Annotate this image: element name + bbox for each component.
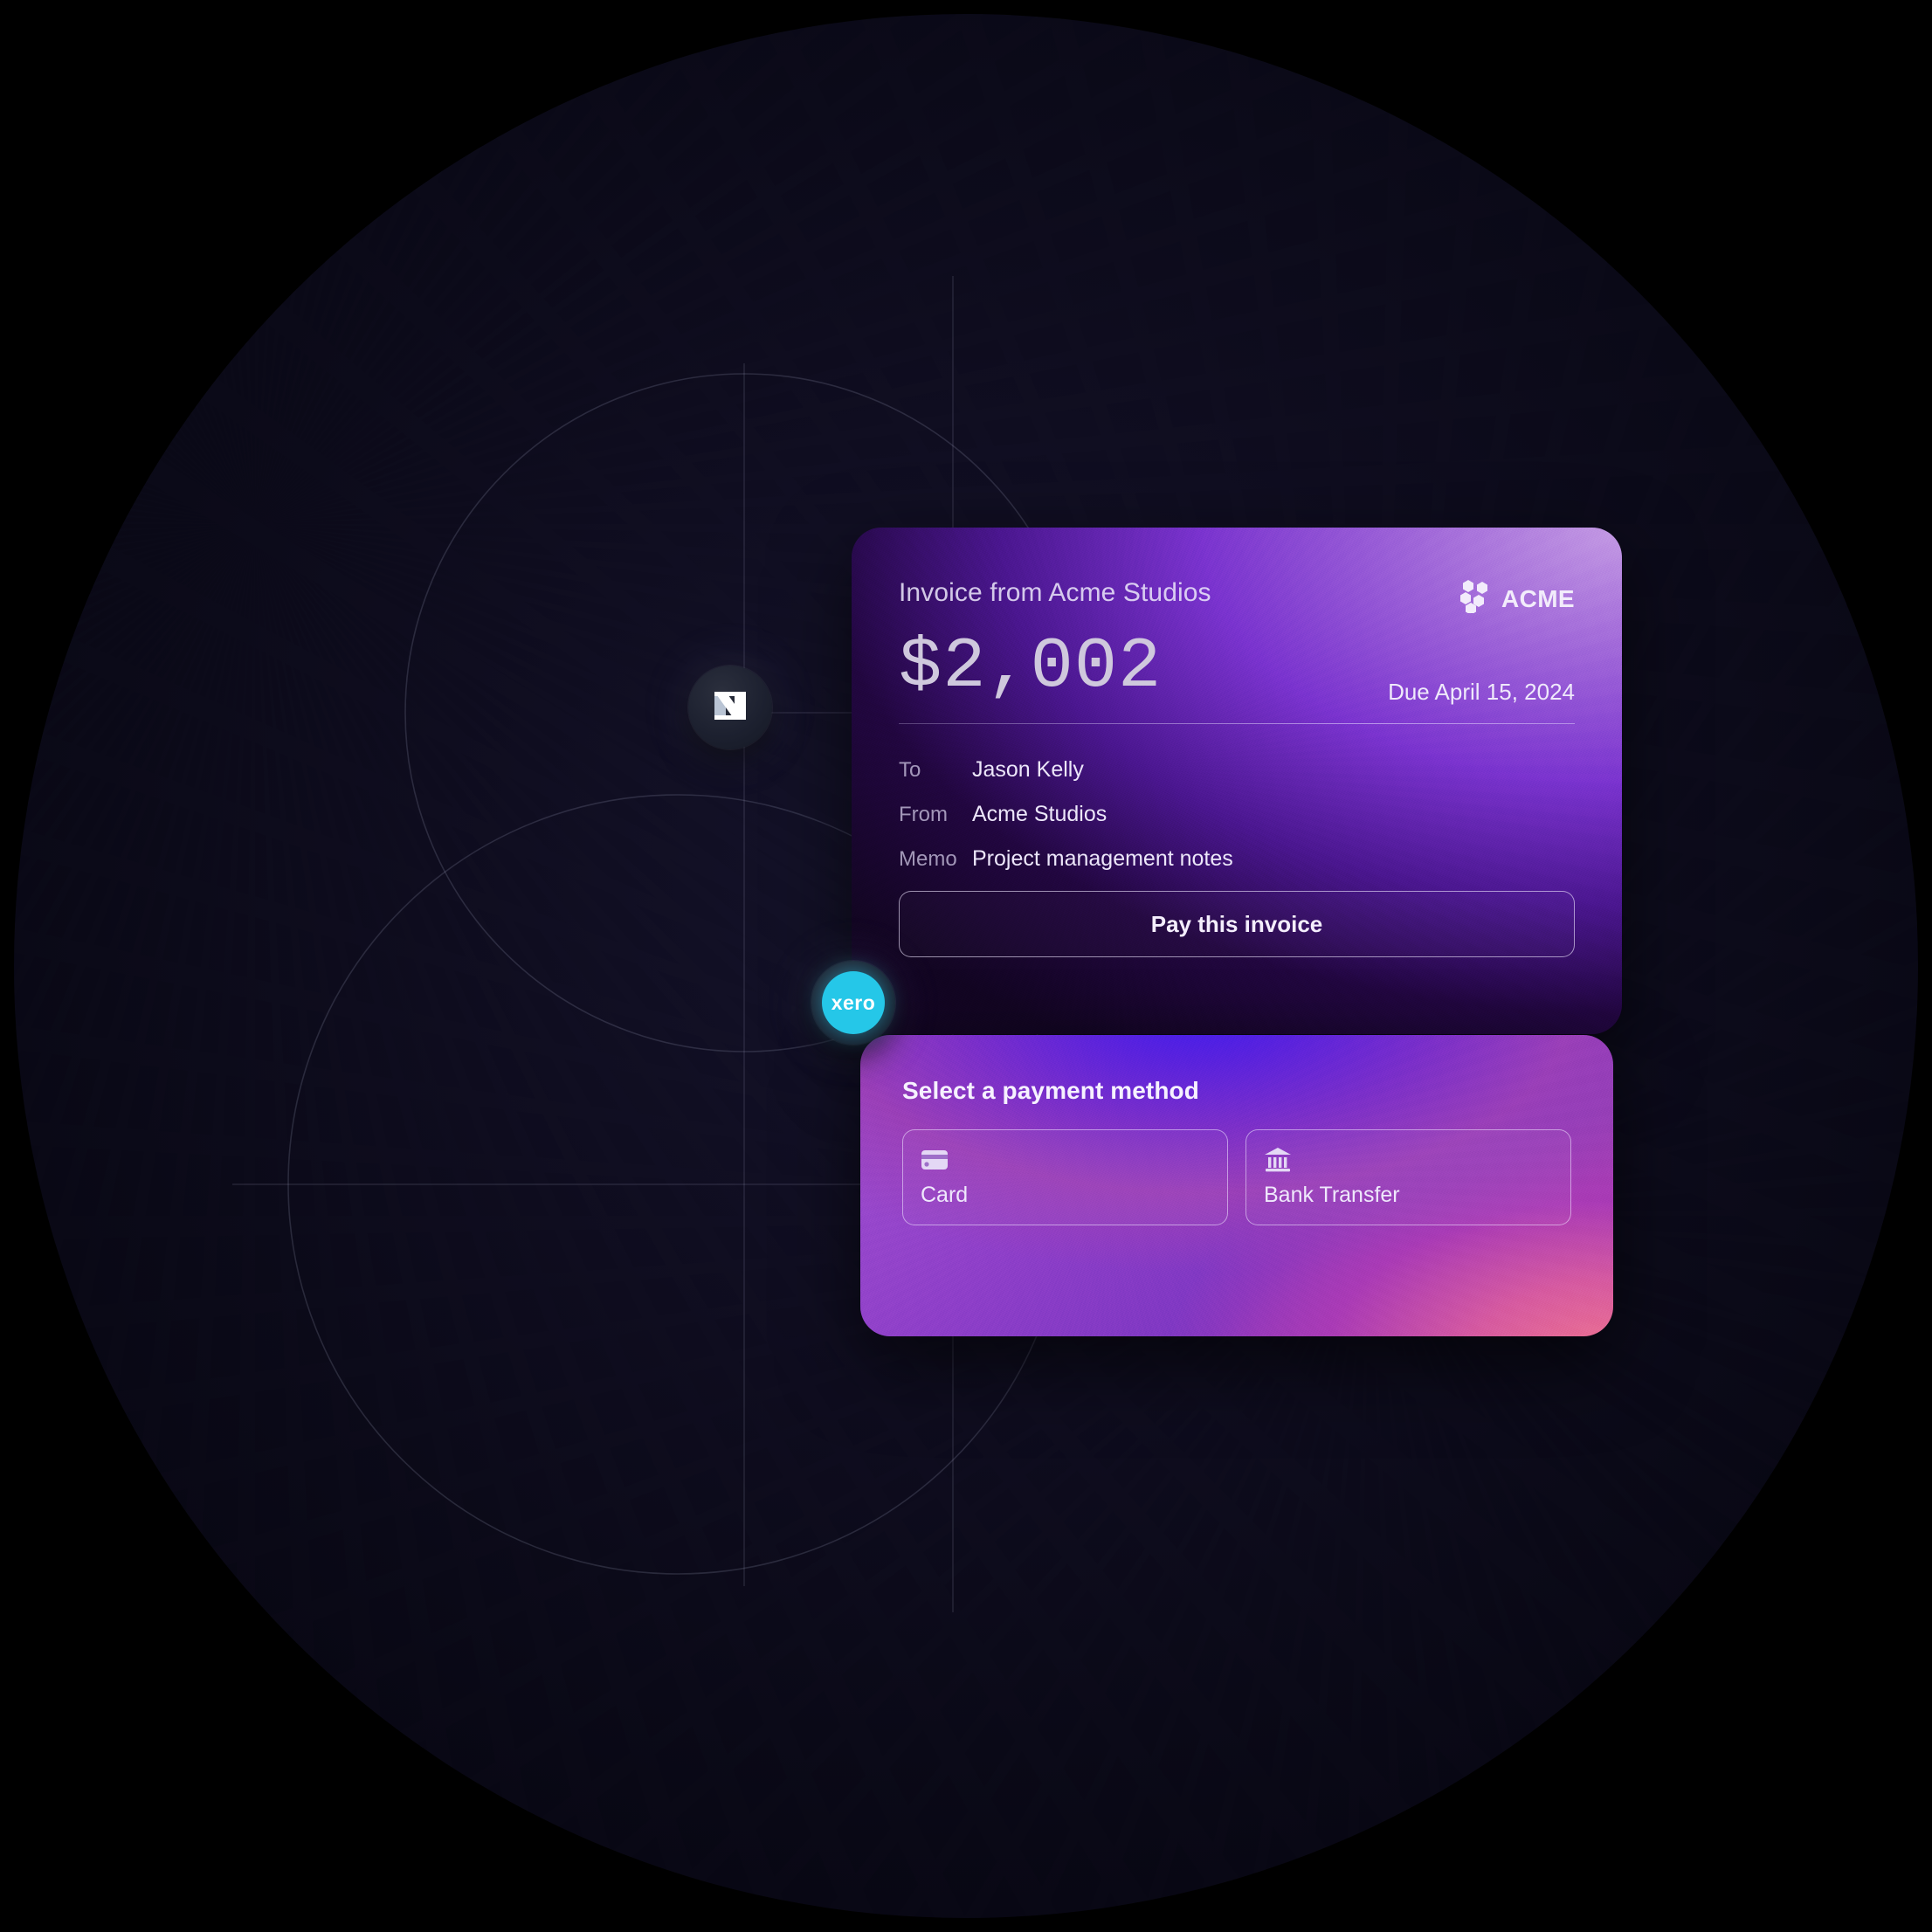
invoice-field-memo-label: Memo [899, 847, 957, 871]
payment-method-card: Select a payment method Card Bank Transf… [860, 1035, 1613, 1336]
invoice-field-to-label: To [899, 758, 921, 782]
payment-method-bank-option[interactable]: Bank Transfer [1245, 1129, 1571, 1225]
payment-method-heading: Select a payment method [902, 1077, 1199, 1104]
payment-method-card-option[interactable]: Card [902, 1129, 1228, 1225]
invoice-field-from-value: Acme Studios [972, 802, 1107, 826]
credit-card-icon [921, 1146, 1210, 1174]
invoice-title: Invoice from Acme Studios [899, 578, 1211, 607]
xero-wordmark: xero [831, 990, 876, 1014]
acme-brand-logo: ACME [1459, 580, 1575, 618]
invoice-card: Invoice from Acme Studios ACME $2,002 Du… [852, 528, 1622, 1034]
invoice-field-from: From Acme Studios [899, 802, 1575, 827]
payment-method-card-label: Card [921, 1183, 969, 1207]
integration-badge-netsuite[interactable] [688, 666, 772, 749]
payment-method-options: Card Bank Transfer [902, 1129, 1571, 1225]
invoice-field-memo: Memo Project management notes [899, 846, 1575, 872]
invoice-divider [899, 723, 1575, 724]
invoice-field-list: To Jason Kelly From Acme Studios Memo Pr… [899, 757, 1575, 872]
payment-method-bank-label: Bank Transfer [1264, 1183, 1400, 1207]
invoice-field-to: To Jason Kelly [899, 757, 1575, 783]
acme-wordmark: ACME [1501, 584, 1575, 612]
pay-this-invoice-button[interactable]: Pay this invoice [899, 891, 1575, 957]
invoice-due-date: Due April 15, 2024 [1388, 679, 1575, 705]
invoice-field-from-label: From [899, 803, 948, 826]
integration-badge-xero[interactable]: xero [811, 961, 895, 1045]
xero-logo-icon: xero [822, 971, 885, 1034]
acme-hexagon-cluster-icon [1459, 580, 1494, 618]
scene-root: xero Invoice from Acme Studios ACME $2,0… [0, 0, 1932, 1932]
invoice-field-memo-value: Project management notes [972, 846, 1233, 871]
bank-building-icon [1264, 1146, 1553, 1174]
invoice-field-to-value: Jason Kelly [972, 757, 1084, 782]
netsuite-n-logo-icon [707, 683, 753, 733]
